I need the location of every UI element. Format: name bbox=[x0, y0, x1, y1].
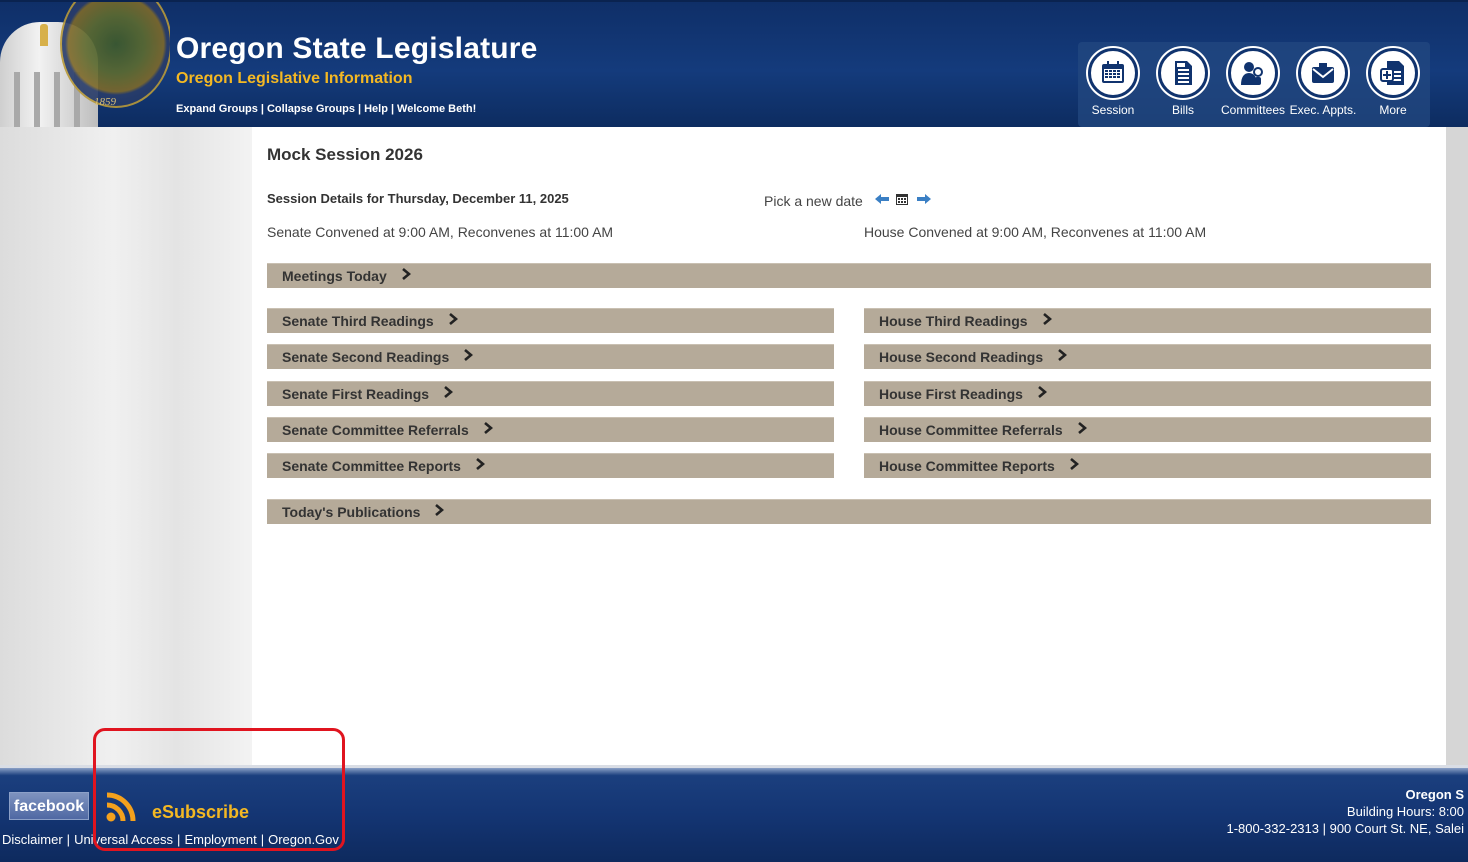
senate-committee-reports-bar[interactable]: Senate Committee Reports bbox=[267, 453, 834, 478]
house-first-readings-bar[interactable]: House First Readings bbox=[864, 381, 1431, 406]
senate-second-readings-bar[interactable]: Senate Second Readings bbox=[267, 344, 834, 369]
welcome-user-link[interactable]: Welcome Beth! bbox=[397, 103, 476, 115]
chevron-right-icon bbox=[475, 453, 485, 478]
footer-address: 1-800-332-2313 | 900 Court St. NE, Salei bbox=[1226, 821, 1464, 836]
footer-contact: Oregon S Building Hours: 8:00 1-800-332-… bbox=[1226, 786, 1464, 837]
chevron-right-icon bbox=[1042, 308, 1052, 333]
house-committee-reports-bar[interactable]: House Committee Reports bbox=[864, 453, 1431, 478]
add-document-icon bbox=[1368, 48, 1418, 98]
senate-third-readings-bar[interactable]: Senate Third Readings bbox=[267, 308, 834, 333]
chevron-right-icon bbox=[401, 263, 411, 288]
bar-label: Senate Second Readings bbox=[282, 349, 450, 365]
site-header: 1859 Oregon State Legislature Oregon Leg… bbox=[0, 0, 1468, 129]
envelope-icon bbox=[1298, 48, 1348, 98]
nav-exec-appts[interactable]: Exec. Appts. bbox=[1288, 48, 1358, 124]
house-second-readings-bar[interactable]: House Second Readings bbox=[864, 344, 1431, 369]
chevron-right-icon bbox=[1037, 381, 1047, 406]
house-convened-text: House Convened at 9:00 AM, Reconvenes at… bbox=[864, 224, 1207, 240]
nav-committees[interactable]: Committees bbox=[1218, 48, 1288, 124]
seal-year: 1859 bbox=[94, 96, 116, 108]
chevron-right-icon bbox=[1077, 417, 1087, 442]
nav-more-label: More bbox=[1379, 103, 1407, 117]
main-nav: Session Bills Committees Exec. Appts. Mo… bbox=[1078, 42, 1430, 127]
calendar-icon bbox=[1088, 48, 1138, 98]
nav-more[interactable]: More bbox=[1358, 48, 1428, 124]
facebook-button[interactable]: facebook bbox=[9, 792, 89, 820]
senate-first-readings-bar[interactable]: Senate First Readings bbox=[267, 381, 834, 406]
bar-label: Senate Committee Referrals bbox=[282, 422, 469, 438]
bar-label: House Committee Referrals bbox=[879, 422, 1063, 438]
bar-label: Senate First Readings bbox=[282, 386, 430, 402]
committee-icon bbox=[1228, 48, 1278, 98]
employment-link[interactable]: Employment bbox=[184, 832, 256, 847]
document-icon bbox=[1158, 48, 1208, 98]
senate-convened-text: Senate Convened at 9:00 AM, Reconvenes a… bbox=[267, 224, 614, 240]
chevron-right-icon bbox=[1069, 453, 1079, 478]
site-footer: facebook eSubscribe Disclaimer | Universal… bbox=[0, 765, 1468, 862]
session-details-label: Session Details for Thursday, December 1… bbox=[267, 191, 569, 206]
house-committee-referrals-bar[interactable]: House Committee Referrals bbox=[864, 417, 1431, 442]
chevron-right-icon bbox=[434, 499, 445, 524]
left-sidebar bbox=[0, 127, 252, 765]
nav-session[interactable]: Session bbox=[1078, 48, 1148, 124]
meetings-today-bar[interactable]: Meetings Today bbox=[267, 263, 1431, 288]
site-title[interactable]: Oregon State Legislature bbox=[176, 32, 538, 66]
pick-date-label: Pick a new date bbox=[764, 193, 863, 209]
bar-label: House Second Readings bbox=[879, 349, 1044, 365]
bar-label: Senate Committee Reports bbox=[282, 458, 461, 474]
chevron-right-icon bbox=[483, 417, 493, 442]
todays-publications-bar[interactable]: Today's Publications bbox=[267, 499, 1431, 524]
expand-groups-link[interactable]: Expand Groups bbox=[176, 103, 258, 115]
footer-hours: Building Hours: 8:00 bbox=[1346, 804, 1464, 819]
session-title: Mock Session 2026 bbox=[267, 145, 423, 164]
pioneer-statue bbox=[40, 24, 48, 46]
header-links: Expand Groups | Collapse Groups | Help | Welco… bbox=[176, 103, 477, 115]
page: 1859 Oregon State Legislature Oregon Leg… bbox=[0, 0, 1468, 862]
todays-publications-label: Today's Publications bbox=[282, 504, 421, 520]
chevron-right-icon bbox=[1057, 344, 1068, 369]
previous-date-arrow-icon[interactable] bbox=[874, 192, 890, 211]
chevron-right-icon bbox=[443, 381, 454, 406]
footer-links: Disclaimer | Universal Access | Employment | O… bbox=[2, 832, 339, 847]
footer-org-name: Oregon S bbox=[1405, 787, 1464, 802]
right-scroll-gutter bbox=[1446, 127, 1468, 765]
rss-icon[interactable] bbox=[106, 792, 138, 822]
esubscribe-link[interactable]: eSubscribe bbox=[152, 802, 249, 823]
universal-access-link[interactable]: Universal Access bbox=[74, 832, 173, 847]
house-third-readings-bar[interactable]: House Third Readings bbox=[864, 308, 1431, 333]
bar-label: House Third Readings bbox=[879, 313, 1028, 329]
bar-label: House First Readings bbox=[879, 386, 1023, 402]
chevron-right-icon bbox=[463, 344, 474, 369]
next-date-arrow-icon[interactable] bbox=[916, 192, 932, 211]
nav-bills[interactable]: Bills bbox=[1148, 48, 1218, 124]
collapse-groups-link[interactable]: Collapse Groups bbox=[267, 103, 355, 115]
help-link[interactable]: Help bbox=[364, 103, 388, 115]
senate-committee-referrals-bar[interactable]: Senate Committee Referrals bbox=[267, 417, 834, 442]
branding-area: 1859 bbox=[0, 2, 170, 129]
meetings-today-label: Meetings Today bbox=[282, 268, 387, 284]
bar-label: House Committee Reports bbox=[879, 458, 1055, 474]
bar-label: Senate Third Readings bbox=[282, 313, 434, 329]
site-subtitle: Oregon Legislative Information bbox=[176, 70, 413, 87]
main-content: Mock Session 2026 Session Details for Th… bbox=[252, 127, 1446, 765]
disclaimer-link[interactable]: Disclaimer bbox=[2, 832, 63, 847]
chevron-right-icon bbox=[448, 308, 458, 333]
calendar-picker-icon[interactable] bbox=[895, 192, 909, 211]
oregon-gov-link[interactable]: Oregon.Gov bbox=[268, 832, 339, 847]
